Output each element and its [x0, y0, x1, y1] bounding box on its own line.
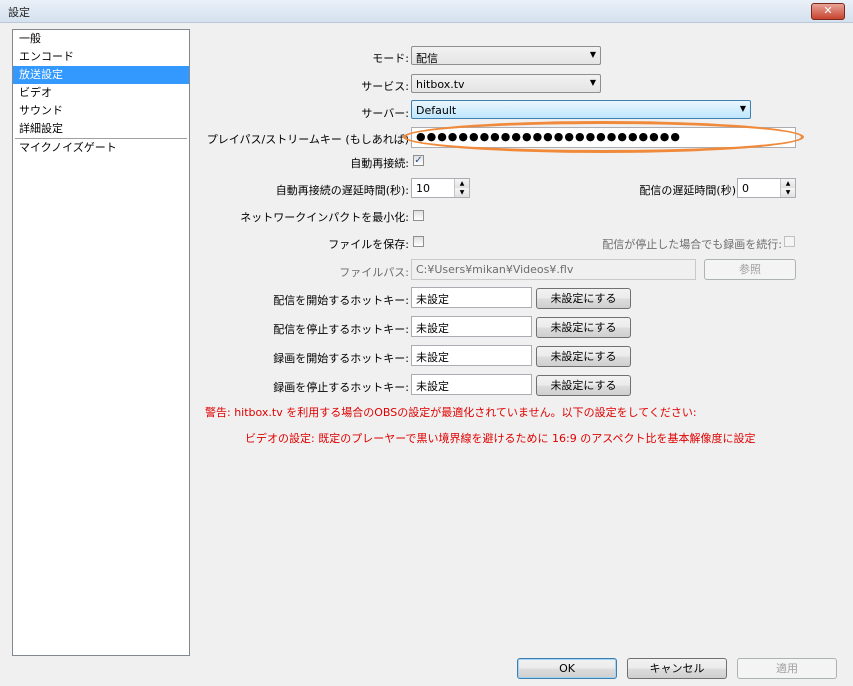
- reconnect-delay-label: 自動再接続の遅延時間(秒):: [275, 184, 409, 197]
- chevron-down-icon: ▼: [589, 50, 596, 59]
- window-title: 設定: [8, 6, 30, 19]
- auto-reconnect-checkbox[interactable]: ✓: [413, 155, 424, 166]
- hotkey-value: 未設定: [416, 293, 449, 306]
- hotkey-label: 録画を開始するホットキー:: [273, 352, 409, 365]
- spin-buttons: ▲ ▼: [780, 179, 795, 197]
- mode-label: モード:: [372, 52, 409, 65]
- clear-stop-stream-hotkey-button[interactable]: 未設定にする: [536, 317, 631, 338]
- settings-category-list[interactable]: 一般 エンコード 放送設定 ビデオ サウンド 詳細設定 マイクノイズゲート: [12, 29, 190, 656]
- spin-up-icon[interactable]: ▲: [781, 179, 795, 188]
- title-bar: 設定 ✕: [0, 0, 853, 23]
- start-record-hotkey-input[interactable]: 未設定: [411, 345, 532, 366]
- file-path-input[interactable]: C:¥Users¥mikan¥Videos¥.flv: [411, 259, 696, 280]
- cancel-button[interactable]: キャンセル: [627, 658, 727, 679]
- service-label: サービス:: [361, 80, 409, 93]
- stream-delay-spinbox[interactable]: 0 ▲ ▼: [737, 178, 796, 198]
- mode-dropdown[interactable]: 配信 ▼: [411, 46, 601, 65]
- minimize-network-checkbox[interactable]: [413, 210, 424, 221]
- clear-start-record-hotkey-button[interactable]: 未設定にする: [536, 346, 631, 367]
- clear-stop-record-hotkey-button[interactable]: 未設定にする: [536, 375, 631, 396]
- service-dropdown[interactable]: hitbox.tv ▼: [411, 74, 601, 93]
- hotkey-label: 配信を開始するホットキー:: [273, 294, 409, 307]
- spin-up-icon[interactable]: ▲: [455, 179, 469, 188]
- keep-recording-label: 配信が停止した場合でも録画を続行:: [602, 238, 782, 251]
- hotkey-value: 未設定: [416, 351, 449, 364]
- save-file-checkbox[interactable]: [413, 236, 424, 247]
- start-stream-hotkey-input[interactable]: 未設定: [411, 287, 532, 308]
- ok-button[interactable]: OK: [517, 658, 617, 679]
- spin-down-icon[interactable]: ▼: [455, 188, 469, 197]
- hotkey-label: 配信を停止するホットキー:: [273, 323, 409, 336]
- warning-detail: ビデオの設定: 既定のプレーヤーで黒い境界線を避けるために 16:9 のアスペク…: [245, 432, 756, 445]
- chevron-down-icon: ▼: [739, 104, 746, 113]
- hotkey-label: 録画を停止するホットキー:: [273, 381, 409, 394]
- server-dropdown[interactable]: Default ▼: [411, 100, 751, 119]
- sidebar-item-broadcast[interactable]: 放送設定: [13, 66, 189, 84]
- stop-stream-hotkey-input[interactable]: 未設定: [411, 316, 532, 337]
- stop-record-hotkey-input[interactable]: 未設定: [411, 374, 532, 395]
- highlight-ellipse: [403, 121, 804, 153]
- mode-value: 配信: [416, 52, 438, 65]
- close-button[interactable]: ✕: [811, 3, 845, 20]
- stream-delay-label: 配信の遅延時間(秒): [639, 184, 736, 197]
- file-path-value: C:¥Users¥mikan¥Videos¥.flv: [416, 263, 574, 276]
- spin-buttons: ▲ ▼: [454, 179, 469, 197]
- sidebar-item-noise-gate[interactable]: マイクノイズゲート: [13, 139, 189, 157]
- clear-start-stream-hotkey-button[interactable]: 未設定にする: [536, 288, 631, 309]
- reconnect-delay-value: 10: [416, 182, 430, 195]
- server-value: Default: [416, 104, 457, 117]
- browse-button[interactable]: 参照: [704, 259, 796, 280]
- stream-key-label: プレイパス/ストリームキー (もしあれば): [206, 133, 409, 146]
- stream-delay-value: 0: [742, 182, 749, 195]
- sidebar-item-sound[interactable]: サウンド: [13, 102, 189, 120]
- apply-button[interactable]: 適用: [737, 658, 837, 679]
- chevron-down-icon: ▼: [589, 78, 596, 87]
- sidebar-item-video[interactable]: ビデオ: [13, 84, 189, 102]
- warning-message: 警告: hitbox.tv を利用する場合のOBSの設定が最適化されていません。…: [205, 406, 697, 419]
- minimize-network-label: ネットワークインパクトを最小化:: [240, 211, 409, 224]
- reconnect-delay-spinbox[interactable]: 10 ▲ ▼: [411, 178, 470, 198]
- hotkey-value: 未設定: [416, 380, 449, 393]
- sidebar-item-advanced[interactable]: 詳細設定: [13, 120, 189, 138]
- sidebar-item-encode[interactable]: エンコード: [13, 48, 189, 66]
- sidebar-item-general[interactable]: 一般: [13, 30, 189, 48]
- server-label: サーバー:: [361, 107, 409, 120]
- keep-recording-checkbox[interactable]: [784, 236, 795, 247]
- save-file-label: ファイルを保存:: [328, 238, 409, 251]
- hotkey-value: 未設定: [416, 322, 449, 335]
- auto-reconnect-label: 自動再接続:: [350, 157, 409, 170]
- service-value: hitbox.tv: [416, 78, 465, 91]
- file-path-label: ファイルパス:: [339, 266, 409, 279]
- spin-down-icon[interactable]: ▼: [781, 188, 795, 197]
